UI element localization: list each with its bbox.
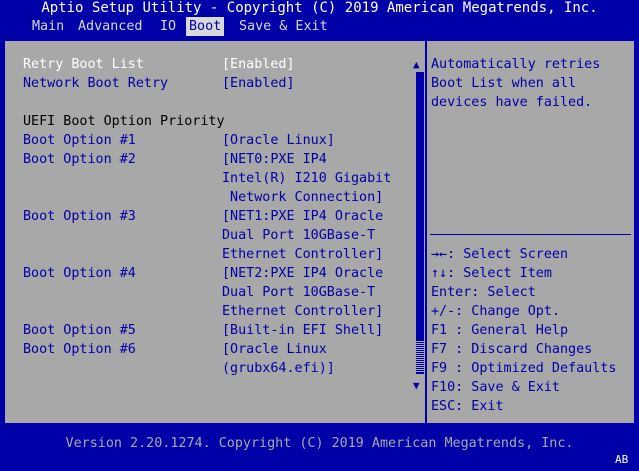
scroll-down-arrow-icon[interactable]: ▼ — [413, 376, 420, 395]
boot-option-2-label[interactable]: Boot Option #2 — [23, 150, 136, 169]
help-description-line3: devices have failed. — [431, 95, 593, 110]
key-legend-esc: ESC: Exit — [431, 397, 504, 416]
key-legend-f1: F1 : General Help — [431, 321, 568, 340]
boot-option-6-value[interactable]: [Oracle Linux — [222, 340, 327, 359]
key-action: Discard Changes — [463, 342, 593, 357]
key-name: Enter: — [431, 285, 480, 300]
key-legend-select-screen: →←: Select Screen — [431, 245, 568, 264]
key-name: F1 : — [431, 323, 464, 338]
retry-boot-list-value[interactable]: [Enabled] — [222, 55, 295, 74]
help-divider — [430, 234, 631, 235]
key-name: ESC: — [431, 399, 464, 414]
tab-io[interactable]: IO — [157, 17, 179, 36]
key-name: F9 : — [431, 361, 464, 376]
tab-main[interactable]: Main — [29, 17, 67, 36]
menu-bar: Main Advanced IO Boot Save & Exit — [0, 17, 639, 36]
key-action: Change Opt. — [463, 304, 560, 319]
boot-option-6-value-line2: (grubx64.efi)] — [222, 361, 335, 376]
retry-boot-list-label[interactable]: Retry Boot List — [23, 55, 144, 74]
boot-option-4-value-line2: Dual Port 10GBase-T — [222, 285, 376, 300]
boot-option-4-label[interactable]: Boot Option #4 — [23, 264, 136, 283]
key-legend-change-opt: +/-: Change Opt. — [431, 302, 560, 321]
boot-option-2-value[interactable]: [NET0:PXE IP4 — [222, 150, 327, 169]
key-legend-f9: F9 : Optimized Defaults — [431, 359, 616, 378]
tab-boot[interactable]: Boot — [186, 17, 225, 36]
window-title: Aptio Setup Utility - Copyright (C) 2019… — [41, 0, 598, 16]
key-action: Select Screen — [455, 247, 569, 262]
boot-option-6-label[interactable]: Boot Option #6 — [23, 340, 136, 359]
help-description-line2: Boot List when all — [431, 76, 577, 91]
boot-option-4-value-line3: Ethernet Controller] — [222, 304, 384, 319]
key-action: Select — [479, 285, 536, 300]
key-action: Select Item — [455, 266, 552, 281]
network-boot-retry-value[interactable]: [Enabled] — [222, 74, 295, 93]
key-action: General Help — [463, 323, 569, 338]
badge-ab: AB — [615, 453, 629, 466]
key-action: Exit — [463, 399, 504, 414]
boot-option-2-value-line2: Intel(R) I210 Gigabit — [222, 171, 392, 186]
arrows-left-right-icon: →←: — [431, 247, 456, 262]
scrollbar-track[interactable] — [416, 340, 424, 372]
boot-option-4-value[interactable]: [NET2:PXE IP4 Oracle — [222, 264, 383, 283]
panel-divider — [425, 40, 427, 424]
key-action: Optimized Defaults — [463, 361, 617, 376]
key-name: F7 : — [431, 342, 464, 357]
boot-option-3-label[interactable]: Boot Option #3 — [23, 207, 136, 226]
section-heading: UEFI Boot Option Priority — [23, 114, 225, 129]
key-action: Save & Exit — [463, 380, 560, 395]
key-name: +/-: — [431, 304, 464, 319]
version-footer: Version 2.20.1274. Copyright (C) 2019 Am… — [65, 436, 574, 451]
key-legend-select-item: ↑↓: Select Item — [431, 264, 552, 283]
tab-save-exit[interactable]: Save & Exit — [236, 17, 331, 36]
arrows-up-down-icon: ↑↓: — [431, 266, 456, 281]
boot-option-1-value[interactable]: [Oracle Linux] — [222, 131, 335, 150]
boot-option-3-value-line2: Dual Port 10GBase-T — [222, 228, 376, 243]
help-description-line1: Automatically retries — [431, 57, 601, 72]
boot-option-1-label[interactable]: Boot Option #1 — [23, 131, 136, 150]
boot-option-3-value[interactable]: [NET1:PXE IP4 Oracle — [222, 207, 383, 226]
scrollbar-thumb[interactable] — [416, 72, 424, 374]
boot-option-5-label[interactable]: Boot Option #5 — [23, 321, 136, 340]
boot-option-3-value-line3: Ethernet Controller] — [222, 247, 384, 262]
key-legend-enter: Enter: Select — [431, 283, 536, 302]
network-boot-retry-label[interactable]: Network Boot Retry — [23, 74, 168, 93]
key-name: F10: — [431, 380, 464, 395]
tab-advanced[interactable]: Advanced — [75, 17, 146, 36]
key-legend-f7: F7 : Discard Changes — [431, 340, 592, 359]
key-legend-f10: F10: Save & Exit — [431, 378, 560, 397]
boot-option-5-value[interactable]: [Built-in EFI Shell] — [222, 321, 383, 340]
boot-option-2-value-line3: Network Connection] — [222, 190, 384, 205]
